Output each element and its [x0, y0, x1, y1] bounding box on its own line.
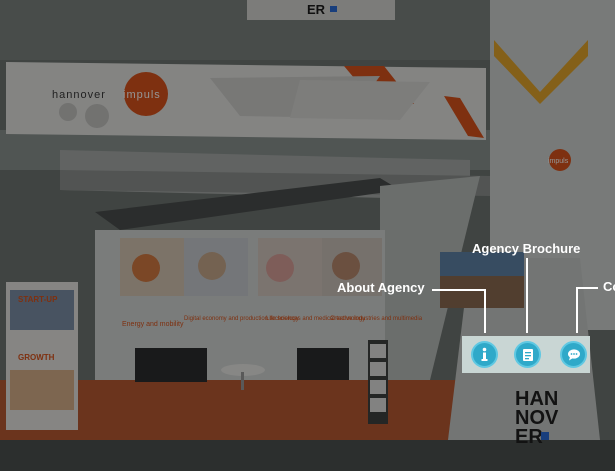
about-callout-line-h: [432, 289, 486, 291]
sofa-left: [135, 348, 207, 382]
poster-person-2: [198, 252, 226, 280]
coffee-table-leg: [241, 372, 244, 390]
brochure-1: [370, 344, 386, 358]
contact-label: Co: [603, 279, 615, 294]
kiosk-logo-mark: [541, 432, 549, 440]
poster-label-1: Energy and mobility: [122, 321, 184, 328]
right-column-logo-text: impuls: [548, 158, 569, 165]
brochure-3: [370, 380, 386, 394]
kiosk-logo-line-3: ER: [515, 426, 543, 448]
poster-person-3: [266, 254, 294, 282]
poster-person-4: [332, 252, 360, 280]
rollup-text-2: GROWTH: [18, 353, 55, 362]
brochure-4: [370, 398, 386, 412]
poster-label-4: Creative industries and multimedia: [330, 316, 423, 322]
agency-brochure-button[interactable]: [514, 341, 541, 368]
poster-person-1: [132, 254, 160, 282]
agency-brochure-label: Agency Brochure: [472, 241, 581, 256]
brochure-2: [370, 362, 386, 376]
chat-icon: [567, 348, 581, 361]
brochure-callout-line-v: [526, 258, 528, 333]
top-sign-mark: [330, 6, 337, 12]
contact-button[interactable]: [560, 341, 587, 368]
document-icon: [522, 348, 534, 362]
banner-logo-text-1: hannover: [52, 89, 106, 101]
virtual-booth-stage: ER hannover impuls impuls Energy and mob…: [0, 0, 615, 471]
booth-scene: ER hannover impuls impuls Energy and mob…: [0, 0, 615, 471]
top-sign-text: ER: [307, 2, 326, 17]
banner-logo-grey-circle-1: [59, 103, 77, 121]
banner-logo-grey-circle-2: [85, 104, 109, 128]
about-agency-button[interactable]: [471, 341, 498, 368]
sofa-right: [297, 348, 349, 380]
contact-callout-line-h: [576, 287, 598, 289]
rollup-photo-2: [10, 370, 74, 410]
rollup-text-1: START-UP: [18, 295, 58, 304]
contact-callout-line-v: [576, 287, 578, 333]
info-icon: [478, 347, 491, 362]
banner-logo-text-2: impuls: [123, 89, 161, 101]
about-agency-label: About Agency: [337, 280, 425, 295]
about-callout-line-v: [484, 289, 486, 333]
